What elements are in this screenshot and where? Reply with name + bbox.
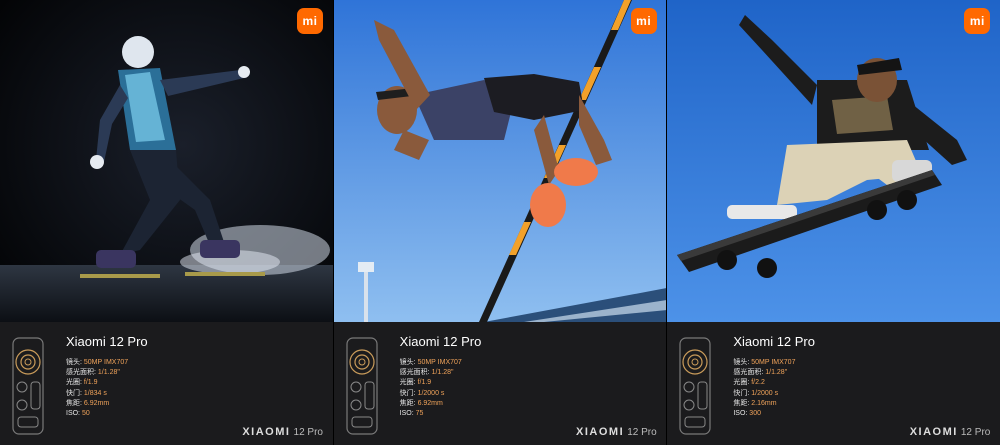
exif-info-bar: Xiaomi 12 Pro 镜头: 50MP IMX707 感光面积: 1/1.… [667, 322, 1000, 445]
spec-shutter: 快门: 1/834 s [66, 389, 107, 397]
exif-info-bar: Xiaomi 12 Pro 镜头: 50MP IMX707 感光面积: 1/1.… [0, 322, 333, 445]
spec-iso: ISO: 50 [66, 410, 90, 418]
phone-model-title: Xiaomi 12 Pro [66, 334, 148, 349]
spec-sensor: 感光面积: 1/1.28" [733, 369, 788, 377]
spec-iso: ISO: 300 [733, 410, 761, 418]
camera-module-icon [346, 337, 378, 435]
mi-logo-icon: mi [964, 8, 991, 34]
photo-high-jumper: mi [333, 0, 667, 322]
camera-module-icon [679, 337, 711, 435]
spec-lens: 镜头: 50MP IMX707 [66, 359, 129, 366]
mi-logo-icon: mi [630, 8, 657, 34]
spec-shutter: 快门: 1/2000 s [399, 389, 445, 397]
spec-focal: 焦距: 6.92mm [66, 399, 110, 407]
exif-spec-list: 镜头: 50MP IMX707 感光面积: 1/1.28" 光圈: f/1.9 … [400, 358, 462, 419]
spec-sensor: 感光面积: 1/1.28" [66, 369, 120, 377]
brand-watermark: XIAOMI 12 Pro [909, 426, 991, 438]
spec-aperture: 光圈: f/1.9 [66, 379, 98, 387]
exif-info-bar: Xiaomi 12 Pro 镜头: 50MP IMX707 感光面积: 1/1.… [333, 322, 667, 445]
photo-skateboarder: mi [667, 0, 1000, 322]
exif-spec-list: 镜头: 50MP IMX707 感光面积: 1/1.28" 光圈: f/2.2 … [733, 358, 795, 419]
spec-lens: 镜头: 50MP IMX707 [733, 359, 796, 366]
phone-model-title: Xiaomi 12 Pro [399, 334, 482, 349]
photo-card-skateboarding: mi Xiaomi 12 Pro 镜头: 50MP IMX707 感光面积: 1… [667, 0, 1000, 445]
photo-speed-skater: mi [0, 0, 333, 322]
spec-focal: 焦距: 6.92mm [399, 399, 443, 407]
brand-watermark: XIAOMI 12 Pro [242, 426, 323, 438]
spec-sensor: 感光面积: 1/1.28" [399, 369, 454, 377]
mi-logo-icon: mi [297, 8, 323, 34]
spec-iso: ISO: 75 [399, 410, 424, 418]
spec-focal: 焦距: 2.16mm [733, 399, 777, 407]
photo-card-high-jump: mi Xiaomi 12 Pro 镜头: 50MP IMX707 感光面积: 1… [333, 0, 667, 445]
photo-card-speed-skating: mi Xiaomi 12 Pro 镜头: 50MP IMX707 感光面积: 1… [0, 0, 333, 445]
spec-shutter: 快门: 1/2000 s [733, 389, 779, 397]
spec-aperture: 光圈: f/1.9 [399, 379, 432, 387]
camera-module-icon [12, 337, 44, 435]
brand-watermark: XIAOMI 12 Pro [576, 426, 657, 438]
spec-lens: 镜头: 50MP IMX707 [399, 359, 462, 366]
exif-spec-list: 镜头: 50MP IMX707 感光面积: 1/1.28" 光圈: f/1.9 … [66, 358, 128, 419]
phone-model-title: Xiaomi 12 Pro [733, 334, 815, 349]
photo-strip: mi Xiaomi 12 Pro 镜头: 50MP IMX707 感光面积: 1… [0, 0, 1000, 445]
spec-aperture: 光圈: f/2.2 [733, 379, 765, 387]
